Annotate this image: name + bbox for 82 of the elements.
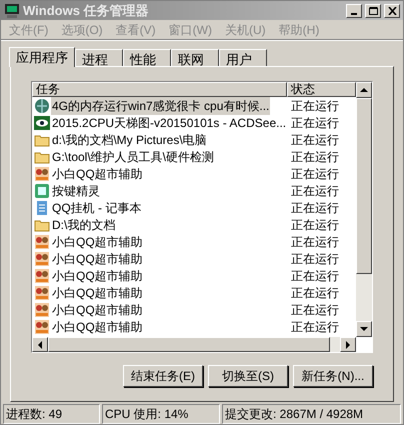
- task-name: 小白QQ超市辅助: [51, 166, 144, 182]
- task-row[interactable]: d:\我的文档\My Pictures\电脑 正在运行: [32, 131, 356, 148]
- column-header[interactable]: 任务: [32, 82, 287, 97]
- task-row[interactable]: G:\tool\维护人员工具\硬件检测 正在运行: [32, 148, 356, 165]
- action-button[interactable]: 结束任务(E): [123, 365, 203, 387]
- tab[interactable]: 联网: [171, 49, 219, 66]
- task-row[interactable]: 小白QQ超市辅助 正在运行: [32, 267, 356, 284]
- status-text: 正在运行: [290, 166, 339, 182]
- cartoon-icon: [34, 268, 50, 284]
- task-row[interactable]: QQ挂机 - 记事本 正在运行: [32, 199, 356, 216]
- scroll-left-button[interactable]: [32, 337, 48, 352]
- cartoon-icon: [34, 234, 50, 250]
- status-text: 正在运行: [290, 234, 339, 250]
- status-text: 正在运行: [290, 284, 339, 302]
- key-app-icon: [34, 182, 50, 198]
- status-text: 正在运行: [290, 200, 339, 216]
- task-name: 4G的内存运行win7感觉很卡 cpu有时候...: [51, 96, 270, 114]
- action-button[interactable]: 切换至(S): [208, 365, 288, 387]
- tab[interactable]: 应用程序: [9, 47, 75, 67]
- task-name: 小白QQ超市辅助: [51, 302, 144, 318]
- status-text: 正在运行: [290, 114, 339, 132]
- tab[interactable]: 进程: [75, 49, 123, 66]
- close-icon: [388, 6, 396, 14]
- task-name: 按键精灵: [51, 182, 101, 200]
- cartoon-icon: [34, 166, 50, 182]
- task-name: D:\我的文档: [51, 216, 116, 234]
- status-bar-field: CPU 使用: 14%: [102, 404, 220, 424]
- cartoon-icon: [34, 318, 50, 334]
- tab[interactable]: 性能: [123, 49, 171, 66]
- vertical-scrollbar[interactable]: [356, 82, 372, 337]
- triangle-icon: [360, 86, 368, 94]
- task-name: G:\tool\维护人员工具\硬件检测: [51, 148, 216, 166]
- task-row[interactable]: 小白QQ超市辅助 正在运行: [32, 284, 356, 301]
- maximize-icon: [368, 6, 378, 14]
- status-text: 正在运行: [290, 268, 339, 284]
- task-name: 小白QQ超市辅助: [51, 250, 144, 268]
- status-text: 正在运行: [290, 216, 339, 234]
- eye-icon: [34, 114, 50, 130]
- task-name: 小白QQ超市辅助: [51, 284, 144, 302]
- window-title: Windows 任务管理器: [23, 2, 150, 20]
- status-bar-field: 进程数: 49: [3, 404, 100, 424]
- task-name: 2015.2CPU天梯图-v20150101s - ACDSee...: [51, 114, 288, 132]
- task-name: 小白QQ超市辅助: [51, 318, 144, 336]
- task-name: QQ挂机 - 记事本: [51, 200, 142, 216]
- status-text: 正在运行: [290, 132, 339, 148]
- scroll-thumb[interactable]: [356, 98, 372, 274]
- status-text: 正在运行: [290, 318, 339, 336]
- triangle-icon: [36, 340, 44, 348]
- task-row[interactable]: 4G的内存运行win7感觉很卡 cpu有时候... 正在运行: [32, 97, 356, 114]
- task-row[interactable]: 小白QQ超市辅助 正在运行: [32, 233, 356, 250]
- task-name: d:\我的文档\My Pictures\电脑: [51, 132, 208, 148]
- tab[interactable]: 用户: [219, 49, 267, 66]
- scroll-up-button[interactable]: [356, 82, 372, 98]
- task-row[interactable]: 小白QQ超市辅助 正在运行: [32, 165, 356, 182]
- task-row[interactable]: 小白QQ超市辅助 正在运行: [32, 301, 356, 318]
- monitor-icon: [4, 4, 20, 18]
- scroll-down-button[interactable]: [356, 321, 372, 337]
- scroll-right-button[interactable]: [340, 337, 356, 352]
- status-bar-field: 提交更改: 2867M / 4928M: [222, 404, 401, 424]
- task-row[interactable]: 2015.2CPU天梯图-v20150101s - ACDSee... 正在运行: [32, 114, 356, 131]
- column-header[interactable]: 状态: [287, 82, 356, 97]
- maximize-button[interactable]: [365, 4, 381, 18]
- status-text: 正在运行: [290, 302, 339, 318]
- cartoon-icon: [34, 302, 50, 318]
- status-text: 正在运行: [290, 148, 339, 166]
- minimize-button[interactable]: [346, 4, 362, 18]
- globe-icon: [34, 98, 50, 114]
- task-row[interactable]: 小白QQ超市辅助 正在运行: [32, 250, 356, 267]
- notepad-icon: [34, 200, 50, 216]
- task-row[interactable]: D:\我的文档 正在运行: [32, 216, 356, 233]
- status-text: 正在运行: [290, 250, 339, 268]
- cartoon-icon: [34, 250, 50, 266]
- status-text: 正在运行: [290, 98, 339, 114]
- minimize-icon: [351, 12, 357, 14]
- action-button[interactable]: 新任务(N)...: [293, 365, 373, 387]
- task-name: 小白QQ超市辅助: [51, 268, 144, 284]
- cartoon-icon: [34, 284, 50, 300]
- task-row[interactable]: 小白QQ超市辅助 正在运行: [32, 318, 356, 335]
- task-name: 小白QQ超市辅助: [51, 234, 144, 250]
- task-row[interactable]: 按键精灵 正在运行: [32, 182, 356, 199]
- close-button[interactable]: [384, 4, 400, 18]
- status-text: 正在运行: [290, 182, 339, 200]
